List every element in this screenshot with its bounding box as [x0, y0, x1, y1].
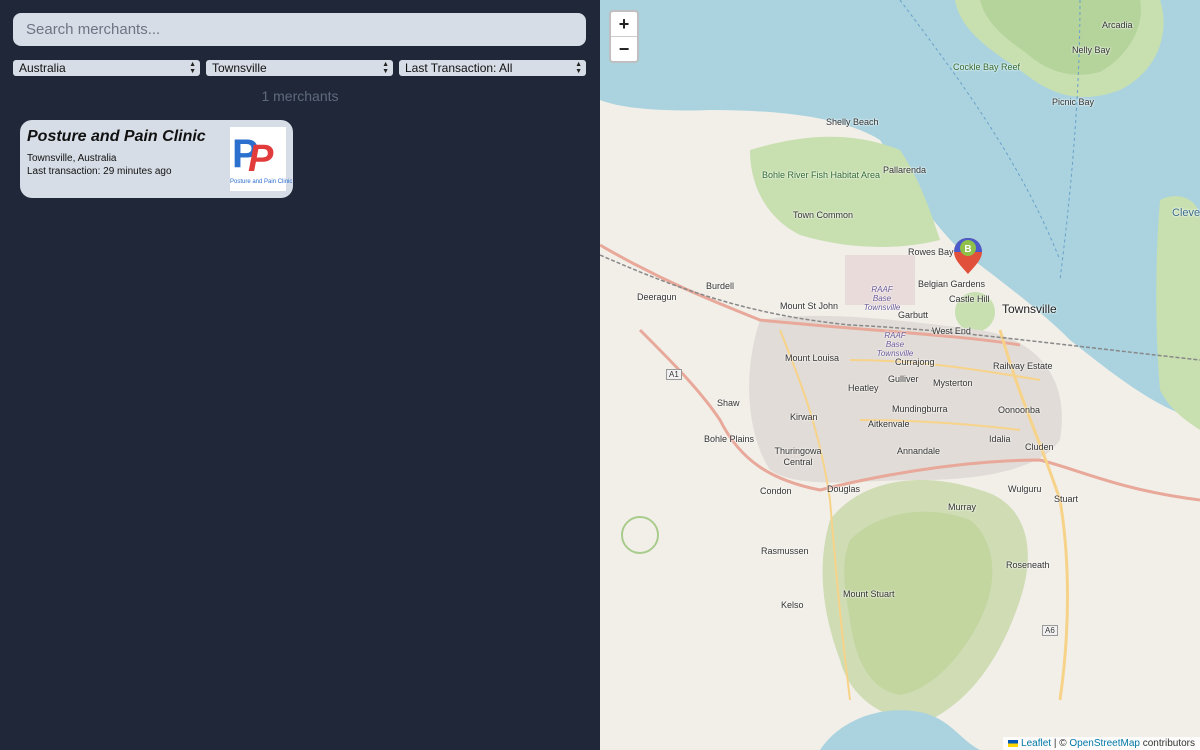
map-label: Annandale — [897, 446, 941, 456]
map-label: Garbutt — [898, 310, 929, 320]
zoom-control: + − — [609, 10, 639, 63]
map-label: Railway Estate — [993, 361, 1053, 371]
map-label: Heatley — [848, 383, 879, 393]
map-attribution: Leaflet | © OpenStreetMap contributors — [1003, 737, 1200, 750]
map[interactable]: B Arcadia Nelly Bay Cockle Bay Reef Picn… — [600, 0, 1200, 750]
map-label: Bohle River Fish Habitat Area — [762, 170, 881, 180]
map-label: Cleve Bay - M Island N Prote Ar — [1172, 207, 1200, 219]
map-label: Oonoonba — [998, 405, 1041, 415]
map-label: Mount Louisa — [785, 353, 840, 363]
map-label: Picnic Bay — [1052, 97, 1095, 107]
map-label: Murray — [948, 502, 977, 512]
merchant-count: 1 merchants — [261, 88, 339, 104]
zoom-out-button[interactable]: − — [611, 36, 637, 61]
map-label: Mundingburra — [892, 404, 948, 414]
map-label: Belgian Gardens — [918, 279, 986, 289]
map-label: Wulguru — [1008, 484, 1042, 494]
map-label: Shelly Beach — [826, 117, 879, 127]
search-input[interactable] — [13, 13, 586, 46]
map-label: Rowes Bay — [908, 247, 954, 257]
country-select-value: Australia — [19, 61, 66, 75]
map-label: Thuringowa Central — [774, 446, 822, 467]
map-label: Roseneath — [1006, 560, 1050, 570]
map-label: Townsville — [1002, 302, 1057, 316]
ukraine-flag-icon — [1008, 739, 1019, 747]
last-transaction-select-value: Last Transaction: All — [405, 61, 513, 75]
city-select[interactable]: Townsville ▲ ▼ — [206, 60, 393, 76]
merchant-panel: Australia ▲▼ Townsville ▲▼ Last Transact… — [0, 0, 600, 750]
map-marker-icon[interactable]: B — [954, 238, 982, 274]
leaflet-link[interactable]: Leaflet — [1021, 738, 1051, 749]
filter-bar: Australia ▲ ▼ Townsville ▲ ▼ Last Transact… — [13, 60, 586, 76]
map-label: Gulliver — [888, 374, 919, 384]
road-shield-a1: A1 — [666, 369, 682, 380]
map-label: Nelly Bay — [1072, 45, 1111, 55]
svg-text:P: P — [248, 138, 274, 180]
map-label: Idalia — [989, 434, 1011, 444]
map-label: Deeragun — [637, 292, 677, 302]
road-shield-a6: A6 — [1042, 625, 1058, 636]
map-label: Cluden — [1025, 442, 1054, 452]
map-label: Cockle Bay Reef — [953, 62, 1020, 72]
map-label: Douglas — [827, 484, 861, 494]
map-label: West End — [932, 326, 971, 336]
map-label: RAAF Base Townsville — [876, 331, 914, 358]
select-arrows-icon: ▲ ▼ — [382, 61, 389, 75]
map-label: Bohle Plains — [704, 434, 755, 444]
select-arrows-icon: ▲ ▼ — [575, 61, 582, 75]
last-transaction-select[interactable]: Last Transaction: All ▲ ▼ — [399, 60, 586, 76]
attribution-contributors: contributors — [1142, 738, 1195, 749]
map-label: Mysterton — [933, 378, 973, 388]
map-label: Kirwan — [790, 412, 818, 422]
map-label: Mount St John — [780, 301, 839, 311]
map-label: Rasmussen — [761, 546, 809, 556]
map-label: Town Common — [793, 210, 854, 220]
attribution-separator: | © — [1053, 738, 1067, 749]
map-label: Currajong — [895, 357, 935, 367]
openstreetmap-link[interactable]: OpenStreetMap — [1069, 738, 1140, 749]
map-label: RAAF Base Townsville — [863, 285, 901, 312]
map-label: Burdell — [706, 281, 735, 291]
zoom-in-button[interactable]: + — [611, 12, 637, 36]
map-label: Mount Stuart — [843, 589, 895, 599]
map-label: Pallarenda — [883, 165, 927, 175]
city-select-value: Townsville — [212, 61, 267, 75]
map-label: Arcadia — [1102, 20, 1133, 30]
select-arrows-icon: ▲ ▼ — [189, 61, 196, 75]
map-label: Shaw — [717, 398, 740, 408]
map-label: Aitkenvale — [868, 419, 910, 429]
country-select[interactable]: Australia ▲ ▼ — [13, 60, 200, 76]
merchant-logo-text: Posture and Pain Clinic — [230, 179, 293, 185]
svg-text:B: B — [964, 244, 971, 255]
map-label: Castle Hill — [949, 294, 990, 304]
map-label: Stuart — [1054, 494, 1079, 504]
merchant-card[interactable]: Posture and Pain Clinic Townsville, Aust… — [20, 120, 293, 198]
merchant-logo: P P Posture and Pain Clinic — [230, 127, 293, 191]
map-label: Condon — [760, 486, 792, 496]
map-label: Kelso — [781, 600, 804, 610]
